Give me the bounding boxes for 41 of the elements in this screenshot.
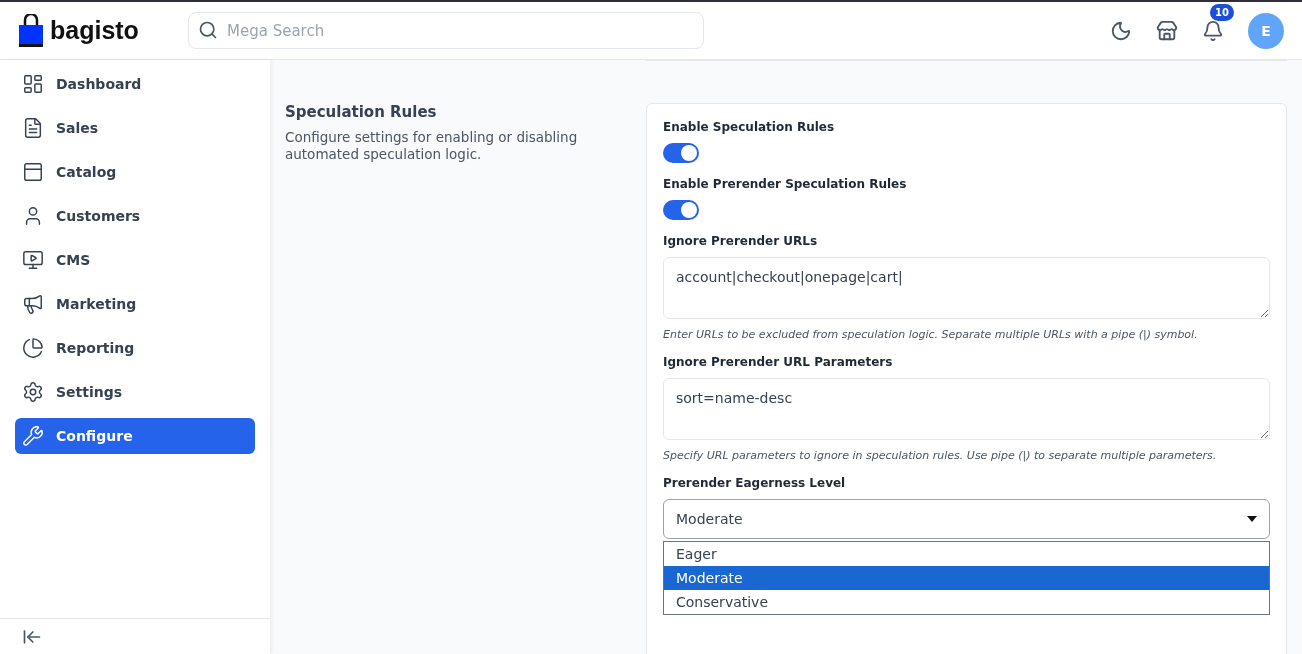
- layout-icon: [22, 161, 44, 183]
- sidebar-item[interactable]: Catalog: [15, 154, 255, 190]
- logo-text: bagisto: [50, 16, 139, 45]
- dark-mode-icon[interactable]: [1110, 19, 1132, 42]
- field-label: Enable Prerender Speculation Rules: [663, 177, 908, 191]
- settings-icon: [22, 381, 44, 403]
- document-icon: [22, 117, 44, 139]
- shopping-bag-logo-icon: [18, 13, 44, 48]
- field-label: Prerender Eagerness Level: [663, 476, 847, 490]
- monitor-icon: [22, 249, 44, 271]
- section-description: Configure settings for enabling or disabling automated speculation logic.: [285, 129, 579, 163]
- sidebar-item[interactable]: Configure: [15, 418, 255, 454]
- dashboard-icon: [22, 73, 44, 95]
- sidebar-item[interactable]: Settings: [15, 374, 255, 410]
- dropdown-option[interactable]: Moderate: [664, 566, 1269, 590]
- sidebar-item[interactable]: Dashboard: [15, 66, 255, 102]
- bell-icon[interactable]: [1202, 19, 1224, 42]
- text-area[interactable]: account|checkout|onepage|cart|: [663, 257, 1270, 319]
- section-title: Speculation Rules: [285, 103, 438, 121]
- store-icon[interactable]: [1156, 19, 1178, 42]
- sidebar-item[interactable]: Customers: [15, 198, 255, 234]
- sidebar-item[interactable]: CMS: [15, 242, 255, 278]
- field-hint: Specify URL parameters to ignore in speculation rules. Use pipe (|) to separate multiple parameters.: [663, 449, 1218, 462]
- field-hint: Enter URLs to be excluded from speculation logic. Separate multiple URLs with a pipe (|) symbol.: [663, 328, 1199, 341]
- caret-icon: [1247, 516, 1257, 522]
- text-area[interactable]: sort=name-desc: [663, 378, 1270, 440]
- search-field[interactable]: Mega Search: [188, 12, 704, 49]
- sidebar-item[interactable]: Marketing: [15, 286, 255, 322]
- toggle-switch[interactable]: [663, 200, 699, 220]
- toggle-switch[interactable]: [663, 143, 699, 163]
- field-label: Enable Speculation Rules: [663, 120, 836, 134]
- field-label: Ignore Prerender URL Parameters: [663, 355, 894, 369]
- sidebar-item[interactable]: Reporting: [15, 330, 255, 366]
- field-label: Ignore Prerender URLs: [663, 234, 819, 248]
- megaphone-icon: [22, 293, 44, 315]
- wrench-icon: [22, 425, 44, 447]
- pie-chart-icon: [22, 337, 44, 359]
- dropdown-select[interactable]: Moderate: [663, 499, 1270, 539]
- notification-badge: 10: [1210, 3, 1234, 21]
- sidebar-item[interactable]: Sales: [15, 110, 255, 146]
- search-icon: [198, 20, 218, 40]
